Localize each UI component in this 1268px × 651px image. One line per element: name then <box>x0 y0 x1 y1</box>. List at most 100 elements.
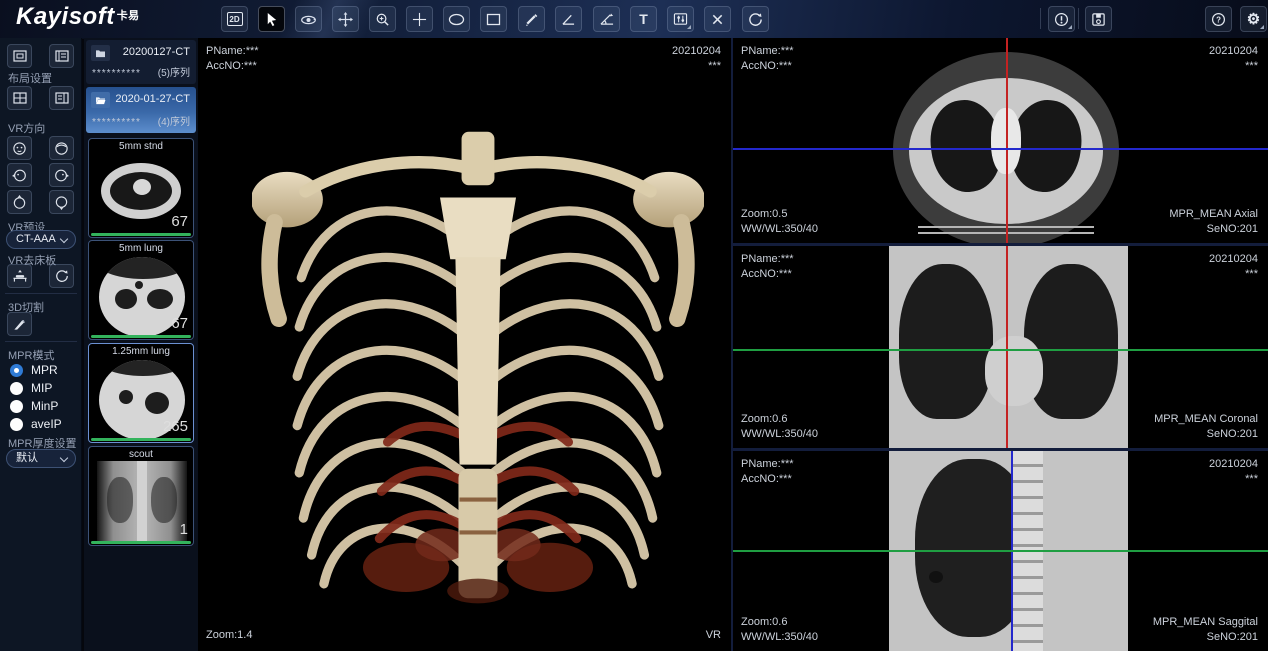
series-thumbnail-1[interactable]: 5mm stnd 67 <box>88 138 194 238</box>
undo-circle-icon <box>55 269 69 283</box>
study-title: 2020-01-27-CT <box>115 93 190 105</box>
layout-2d-icon: 2D <box>227 12 243 26</box>
layout-series-button[interactable] <box>49 44 74 68</box>
rotate-3d-button[interactable] <box>295 6 322 32</box>
crosshair-vertical-red[interactable] <box>1006 38 1008 243</box>
vr-head-superior-button[interactable] <box>7 190 32 214</box>
layout-single-button[interactable] <box>7 44 32 68</box>
mpr-coronal-viewport[interactable]: PName:*** AccNO:*** 20210204 *** Zoom:0.… <box>733 246 1268 448</box>
mpr-thickness-select[interactable]: 默认 <box>6 449 76 468</box>
layout-grid-button[interactable] <box>7 86 32 110</box>
cursor-button[interactable] <box>258 6 285 32</box>
study-item-2-selected[interactable]: 2020-01-27-CT ********** (4)序列 <box>86 87 196 133</box>
info-button[interactable] <box>1048 6 1075 32</box>
remove-bed-button[interactable] <box>7 264 32 288</box>
close-icon <box>711 13 724 26</box>
radio-selected-icon <box>10 364 23 377</box>
window-level-readout: WW/WL:350/40 <box>741 222 818 237</box>
thumbnail-image-detail <box>133 179 151 195</box>
sidebar-divider <box>5 293 77 294</box>
save-button[interactable] <box>1085 6 1112 32</box>
rect-roi-button[interactable] <box>480 6 507 32</box>
vr-head-posterior-button[interactable] <box>49 136 74 160</box>
measure-line-button[interactable] <box>518 6 545 32</box>
study-item-1[interactable]: 20200127-CT ********** (5)序列 <box>86 40 196 84</box>
ellipse-icon <box>448 13 465 26</box>
cobb-angle-icon <box>599 12 615 26</box>
angle-button[interactable] <box>555 6 582 32</box>
study-patient-masked: ********** <box>92 68 141 79</box>
mpr-mode-label: MPR模式 <box>8 347 54 363</box>
coronal-image <box>889 246 1128 448</box>
series-thumbnail-2[interactable]: 5mm lung 67 <box>88 240 194 340</box>
left-sidebar: 布局设置 VR方向 VR预设 CT-AAA VR去床板 3D切割 <box>0 38 82 651</box>
crosshair-horizontal-green[interactable] <box>733 550 1268 552</box>
radio-mpr[interactable]: MPR <box>10 363 58 377</box>
study-title: 20200127-CT <box>123 46 190 58</box>
svg-text:?: ? <box>1216 15 1221 24</box>
mpr-overlay-topright: 20210204 *** <box>1209 44 1258 74</box>
window-level-button[interactable] <box>667 6 694 32</box>
series-thumbnail-3-active[interactable]: 1.25mm lung 265 <box>88 343 194 443</box>
bed-icon <box>12 269 28 283</box>
patient-name: PName:*** <box>741 457 794 472</box>
settings-button[interactable]: ⚙ <box>1240 6 1267 32</box>
masked-value: *** <box>1209 267 1258 282</box>
series-panel: 20200127-CT ********** (5)序列 2020-01-27-… <box>84 38 198 651</box>
viewport-divider-vertical <box>731 38 733 651</box>
text-annotation-button[interactable]: T <box>630 6 657 32</box>
view-type-label: MPR_MEAN Axial <box>1169 207 1258 222</box>
viewport-divider-horizontal <box>733 448 1268 451</box>
mpr-overlay-topright: 20210204 *** <box>1209 252 1258 282</box>
cobb-angle-button[interactable] <box>593 6 620 32</box>
cursor-icon <box>264 12 279 27</box>
mpr-overlay-topleft: PName:*** AccNO:*** <box>741 252 794 282</box>
layout-split-button[interactable] <box>49 86 74 110</box>
pan-button[interactable] <box>332 6 359 32</box>
layout-split-icon <box>55 92 69 104</box>
accession-number: AccNO:*** <box>741 472 794 487</box>
layout-section-label: 布局设置 <box>8 70 52 86</box>
thumbnail-image-count: 67 <box>171 213 188 230</box>
vr-zoom-readout: Zoom:1.4 <box>206 628 252 643</box>
radio-mip[interactable]: MIP <box>10 381 52 395</box>
thumbnail-progress-bar <box>91 541 191 544</box>
radio-aveip[interactable]: aveIP <box>10 417 62 431</box>
vr-head-inferior-button[interactable] <box>49 190 74 214</box>
series-thumbnail-4[interactable]: scout 1 <box>88 446 194 546</box>
mpr-overlay-bottomleft: Zoom:0.6 WW/WL:350/40 <box>741 615 818 645</box>
window-level-readout: WW/WL:350/40 <box>741 630 818 645</box>
crosshair-horizontal-blue[interactable] <box>733 148 1268 150</box>
crosshair-vertical-red[interactable] <box>1006 246 1008 448</box>
help-button[interactable]: ? <box>1205 6 1232 32</box>
vr-head-anterior-button[interactable] <box>7 136 32 160</box>
ellipse-roi-button[interactable] <box>443 6 470 32</box>
accession-number: AccNO:*** <box>741 59 794 74</box>
vr-head-left-button[interactable] <box>7 163 32 187</box>
top-toolbar: Kayisoft卡易 2D T <box>0 0 1268 39</box>
thumbnail-image-count: 1 <box>180 521 188 538</box>
layout-grid-icon <box>13 92 27 104</box>
magnify-button[interactable] <box>369 6 396 32</box>
mpr-sagittal-viewport[interactable]: PName:*** AccNO:*** 20210204 *** Zoom:0.… <box>733 451 1268 651</box>
vr-viewport[interactable]: PName:*** AccNO:*** 20210204 *** Zoom:1.… <box>198 38 731 651</box>
crosshair-horizontal-green[interactable] <box>733 349 1268 351</box>
restore-bed-button[interactable] <box>49 264 74 288</box>
reset-icon <box>748 12 763 27</box>
pencil-icon <box>524 12 539 27</box>
cut-3d-button[interactable] <box>7 312 32 336</box>
chevron-down-icon <box>60 454 68 462</box>
zoom-readout: Zoom:0.6 <box>741 615 818 630</box>
reset-button[interactable] <box>742 6 769 32</box>
mpr-axial-viewport[interactable]: PName:*** AccNO:*** 20210204 *** Zoom:0.… <box>733 38 1268 243</box>
vr-head-right-button[interactable] <box>49 163 74 187</box>
thumbnail-label: 1.25mm lung <box>89 346 193 357</box>
knife-icon <box>12 317 27 332</box>
vr-overlay-topright: 20210204 *** <box>672 44 721 74</box>
delete-button[interactable] <box>704 6 731 32</box>
vr-preset-select[interactable]: CT-AAA <box>6 230 76 249</box>
vr-preset-value: CT-AAA <box>16 233 56 245</box>
crosshair-button[interactable] <box>406 6 433 32</box>
radio-minp[interactable]: MinP <box>10 399 58 413</box>
layout-2d-button[interactable]: 2D <box>221 6 248 32</box>
